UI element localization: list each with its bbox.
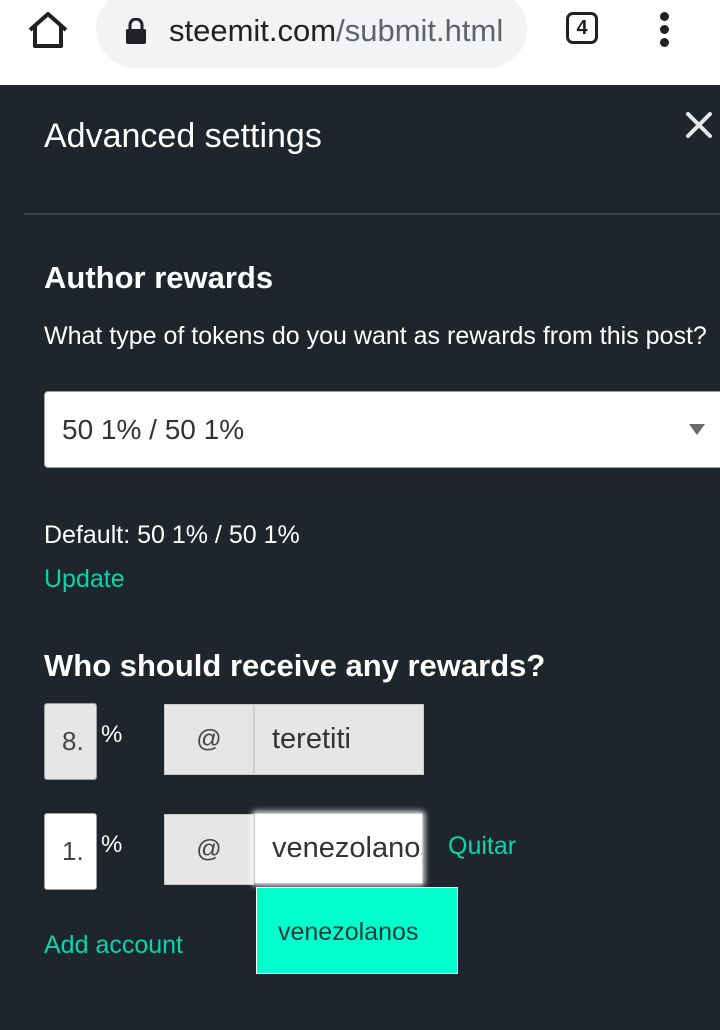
home-icon[interactable] [26, 10, 70, 50]
close-icon[interactable] [682, 108, 716, 142]
lock-icon[interactable] [124, 18, 148, 44]
default-rewards-text: Default: 50 1% / 50 1% [44, 521, 300, 549]
percent-sign: % [101, 831, 123, 858]
at-prefix: @ [164, 704, 254, 775]
remove-beneficiary-link[interactable]: Quitar [448, 828, 516, 864]
dialog-title: Advanced settings [44, 117, 322, 155]
beneficiary-percent-input[interactable]: 1. [44, 813, 97, 890]
autocomplete-dropdown: venezolanos [256, 887, 458, 974]
divider [24, 213, 720, 215]
beneficiaries-heading: Who should receive any rewards? [44, 648, 546, 683]
autocomplete-suggestion[interactable]: venezolanos [278, 914, 418, 950]
author-rewards-heading: Author rewards [44, 260, 274, 295]
update-link[interactable]: Update [44, 561, 125, 597]
reward-type-select[interactable]: 50 1% / 50 1% [44, 391, 720, 468]
reward-type-value: 50 1% / 50 1% [62, 414, 245, 445]
browser-toolbar: steemit.com/submit.html 4 [0, 0, 720, 85]
author-rewards-question: What type of tokens do you want as rewar… [44, 322, 707, 350]
beneficiary-account-input: teretiti [253, 704, 424, 775]
percent-sign: % [101, 721, 123, 748]
dropdown-arrow-icon [689, 424, 705, 435]
url-text[interactable]: steemit.com/submit.html [169, 11, 514, 51]
at-prefix: @ [164, 814, 254, 885]
beneficiary-account-input[interactable]: venezolanos [254, 813, 423, 884]
url-path: /submit.html [336, 13, 504, 48]
beneficiary-percent-input: 8. [44, 703, 97, 780]
url-domain: steemit.com [169, 13, 337, 48]
tab-switcher-button[interactable]: 4 [566, 12, 598, 44]
more-vert-icon[interactable] [655, 12, 673, 48]
add-account-link[interactable]: Add account [44, 927, 183, 963]
